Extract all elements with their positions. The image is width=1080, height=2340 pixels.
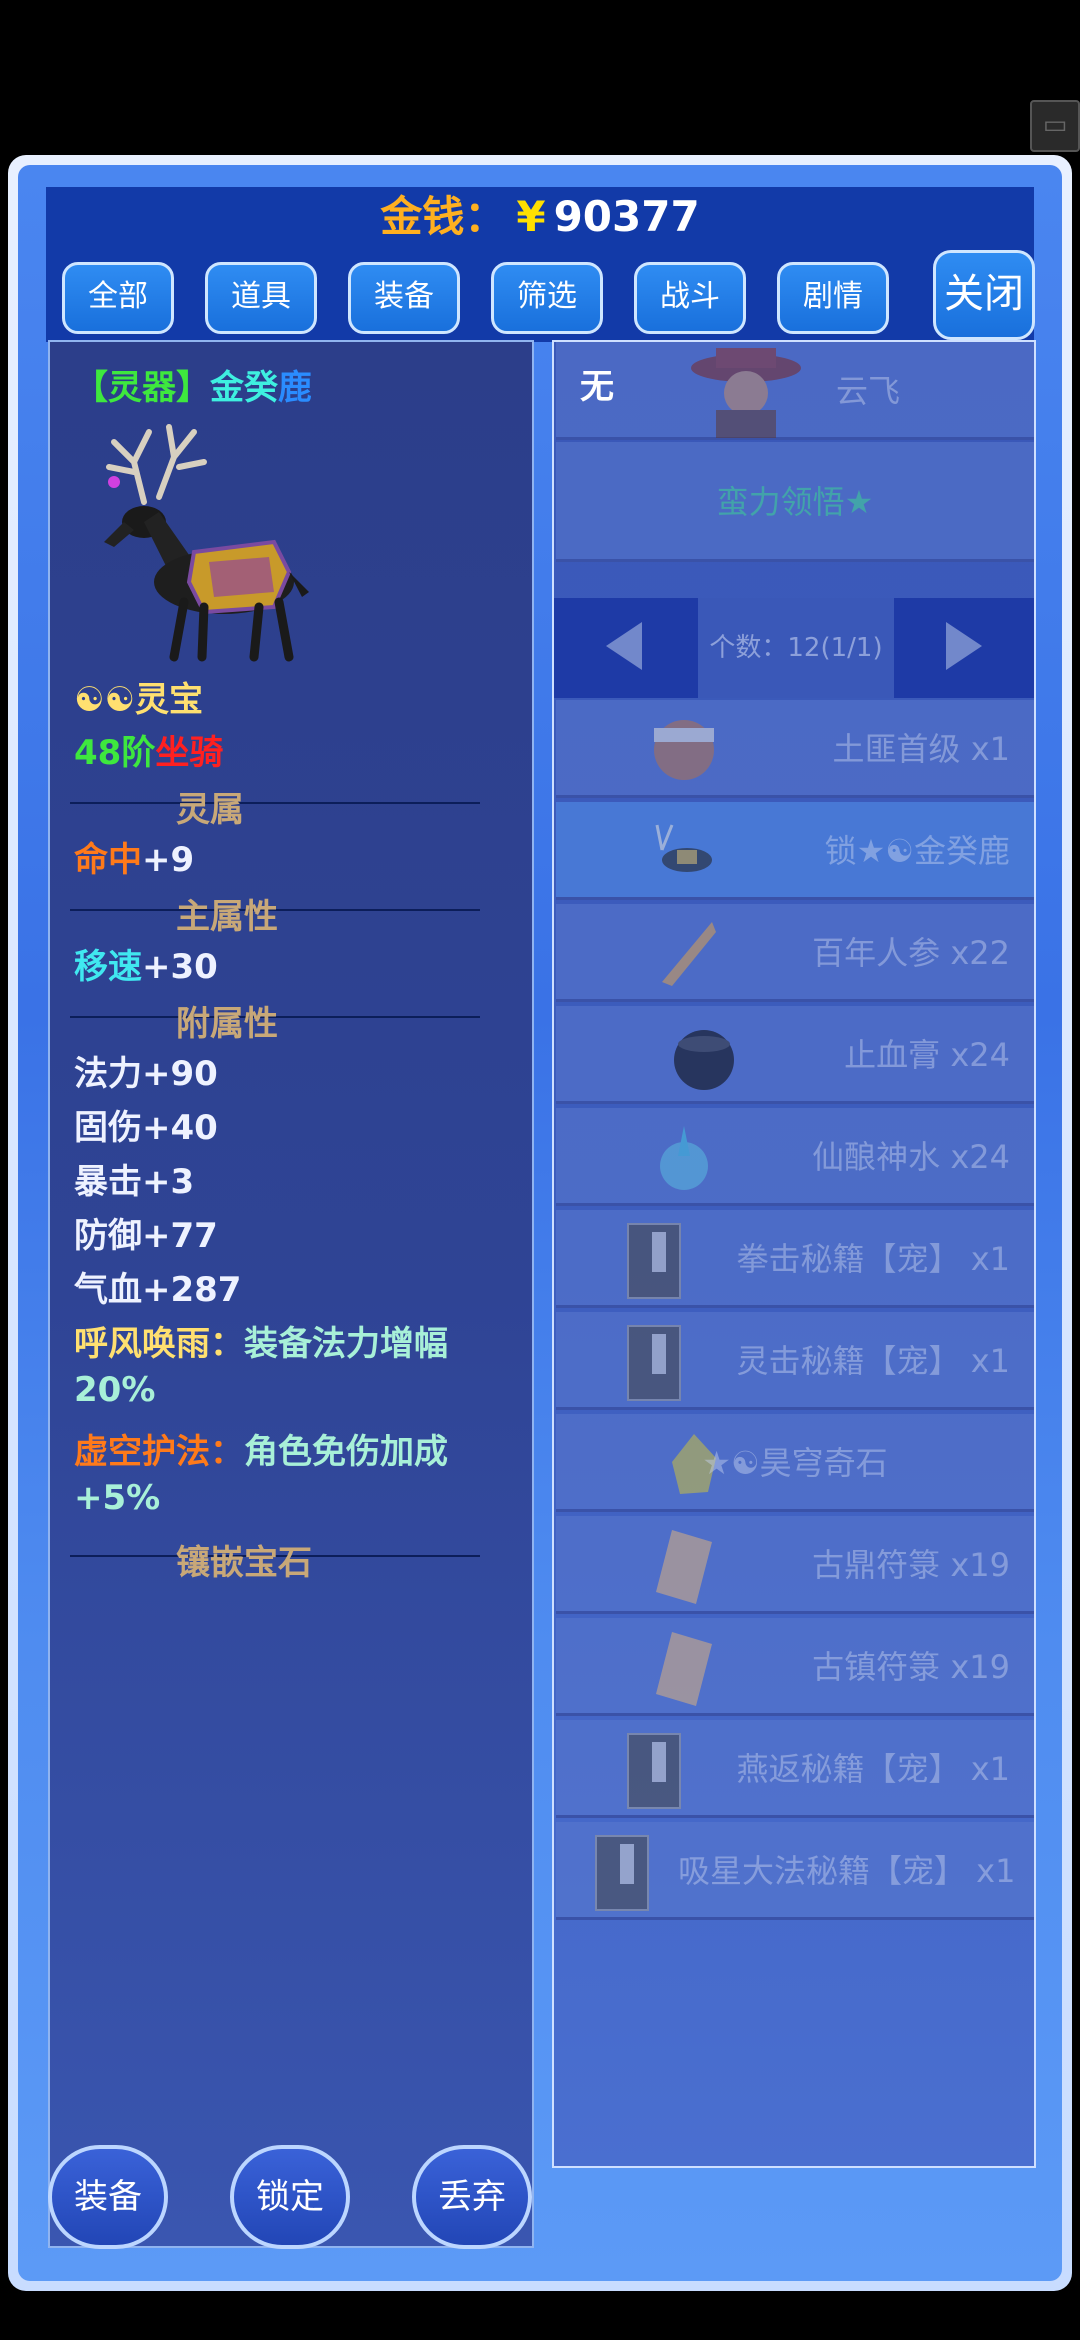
item-label: 拳击秘籍【宠】 x1 bbox=[736, 1240, 1010, 1278]
none-label: 无 bbox=[580, 367, 614, 407]
item-label: 土匪首级 x1 bbox=[832, 730, 1010, 768]
category-label: 蛮力领悟★ bbox=[716, 483, 874, 521]
section-main-label: 主属性 bbox=[176, 897, 278, 937]
item-label: 百年人参 x22 bbox=[812, 934, 1010, 972]
skill2-name: 虚空护法： bbox=[74, 1432, 244, 1472]
tab-battle[interactable]: 战斗 bbox=[634, 262, 746, 334]
gold-display: 金钱： ¥90377 bbox=[46, 187, 1034, 247]
tab-items[interactable]: 道具 bbox=[205, 262, 317, 334]
stat-line: 防御+77 bbox=[74, 1216, 218, 1256]
item-label: 仙酿神水 x24 bbox=[812, 1138, 1010, 1176]
level-line: 48阶坐骑 bbox=[74, 725, 223, 774]
item-name: 【灵器】金癸鹿 bbox=[74, 360, 312, 409]
list-item[interactable]: 古鼎符箓 x19 bbox=[556, 1516, 1034, 1614]
list-item[interactable]: 燕返秘籍【宠】 x1 bbox=[556, 1720, 1034, 1818]
item-label: 燕返秘籍【宠】 x1 bbox=[736, 1750, 1010, 1788]
tab-all[interactable]: 全部 bbox=[62, 262, 174, 334]
section-gem: 镶嵌宝石 bbox=[70, 1535, 480, 1583]
tab-story[interactable]: 剧情 bbox=[777, 262, 889, 334]
list-item-selected[interactable]: 锁★☯金癸鹿 bbox=[556, 802, 1034, 900]
level-label: 48阶 bbox=[74, 733, 156, 773]
page-count: 个数：12(1/1) bbox=[698, 598, 894, 698]
book-icon bbox=[595, 1835, 649, 1911]
item-label: 锁★☯金癸鹿 bbox=[824, 832, 1010, 870]
speed-value: +30 bbox=[142, 947, 218, 987]
pager: 个数：12(1/1) bbox=[554, 598, 1034, 698]
stat-line: 固伤+40 bbox=[74, 1108, 218, 1148]
treasure-label: 灵宝 bbox=[134, 680, 203, 720]
yin-yang-icon: ☯☯ bbox=[74, 680, 135, 720]
skill1-desc-cont: 20% bbox=[74, 1370, 156, 1410]
section-extra-label: 附属性 bbox=[176, 1004, 278, 1044]
item-label: ★☯昊穹奇石 bbox=[702, 1444, 888, 1482]
hit-value: +9 bbox=[142, 840, 195, 880]
item-label: 古镇符箓 x19 bbox=[812, 1648, 1010, 1686]
list-item[interactable]: 百年人参 x22 bbox=[556, 904, 1034, 1002]
drop-button[interactable]: 丢弃 bbox=[412, 2145, 532, 2249]
list-item[interactable]: 灵击秘籍【宠】 x1 bbox=[556, 1312, 1034, 1410]
tab-equipment[interactable]: 装备 bbox=[348, 262, 460, 334]
list-item[interactable]: 古镇符箓 x19 bbox=[556, 1618, 1034, 1716]
section-extra: 附属性 bbox=[70, 996, 480, 1044]
equip-button[interactable]: 装备 bbox=[48, 2145, 168, 2249]
character-name: 云飞 bbox=[836, 372, 901, 410]
hit-line: 命中+9 bbox=[74, 832, 194, 881]
speed-line: 移速+30 bbox=[74, 939, 218, 988]
section-gem-label: 镶嵌宝石 bbox=[176, 1543, 312, 1583]
section-main: 主属性 bbox=[70, 889, 480, 937]
item-detail-panel: 【灵器】金癸鹿 ☯☯灵宝 48阶坐骑 灵属 命中+9 主属性 移速+30 附属性… bbox=[48, 340, 534, 2248]
item-label: 古鼎符箓 x19 bbox=[812, 1546, 1010, 1584]
skill2-desc-cont: +5% bbox=[74, 1478, 161, 1518]
item-type-label: 【灵器】 bbox=[74, 368, 210, 408]
item-name-part1: 金癸 bbox=[210, 368, 278, 408]
character-row[interactable]: 无 云飞 bbox=[556, 342, 1034, 440]
list-item[interactable]: 仙酿神水 x24 bbox=[556, 1108, 1034, 1206]
list-item[interactable]: 土匪首级 x1 bbox=[556, 700, 1034, 798]
skill2-line: 虚空护法：角色免伤加成 bbox=[74, 1424, 448, 1473]
character-portrait-icon bbox=[691, 348, 801, 438]
stat-line: 暴击+3 bbox=[74, 1162, 195, 1202]
close-button[interactable]: 关闭 bbox=[933, 250, 1035, 340]
tab-filter[interactable]: 筛选 bbox=[491, 262, 603, 334]
divider bbox=[70, 802, 480, 804]
item-label: 吸星大法秘籍【宠】 x1 bbox=[678, 1852, 1016, 1890]
golden-deer-mount-icon bbox=[104, 424, 309, 662]
item-list-panel: 无 云飞 蛮力领悟★ 个数：12(1/1) 土匪首级 x1 锁★☯金癸鹿 百年人… bbox=[552, 340, 1036, 2168]
lock-button[interactable]: 锁定 bbox=[230, 2145, 350, 2249]
skill2-desc: 角色免伤加成 bbox=[244, 1432, 448, 1472]
section-spirit: 灵属 bbox=[70, 782, 480, 830]
next-page-icon[interactable] bbox=[946, 622, 982, 670]
skill1-line: 呼风唤雨：装备法力增幅 bbox=[74, 1316, 448, 1365]
prev-page-icon[interactable] bbox=[606, 622, 642, 670]
corner-menu-button[interactable]: ▭ bbox=[1030, 100, 1080, 152]
skill1-name: 呼风唤雨： bbox=[74, 1324, 244, 1364]
stat-line: 法力+90 bbox=[74, 1054, 218, 1094]
list-item[interactable]: ★☯昊穹奇石 bbox=[556, 1414, 1034, 1512]
category-row[interactable]: 蛮力领悟★ bbox=[556, 442, 1034, 562]
list-item[interactable]: 吸星大法秘籍【宠】 x1 bbox=[556, 1822, 1034, 1920]
gold-value: 90377 bbox=[553, 192, 700, 241]
section-spirit-label: 灵属 bbox=[176, 790, 244, 830]
treasure-line: ☯☯灵宝 bbox=[74, 672, 203, 721]
item-name-part2: 鹿 bbox=[278, 368, 312, 408]
item-label: 止血膏 x24 bbox=[844, 1036, 1010, 1074]
skill1-desc: 装备法力增幅 bbox=[244, 1324, 448, 1364]
mount-label: 坐骑 bbox=[155, 733, 224, 773]
item-label: 灵击秘籍【宠】 x1 bbox=[736, 1342, 1010, 1380]
speed-label: 移速 bbox=[74, 947, 142, 987]
gold-label: 金钱： bbox=[380, 192, 507, 241]
yen-icon: ¥ bbox=[516, 192, 546, 241]
stat-line: 气血+287 bbox=[74, 1270, 242, 1310]
hit-label: 命中 bbox=[74, 840, 142, 880]
tab-bar: 全部 道具 装备 筛选 战斗 剧情 bbox=[46, 247, 1034, 342]
list-item[interactable]: 止血膏 x24 bbox=[556, 1006, 1034, 1104]
list-item[interactable]: 拳击秘籍【宠】 x1 bbox=[556, 1210, 1034, 1308]
